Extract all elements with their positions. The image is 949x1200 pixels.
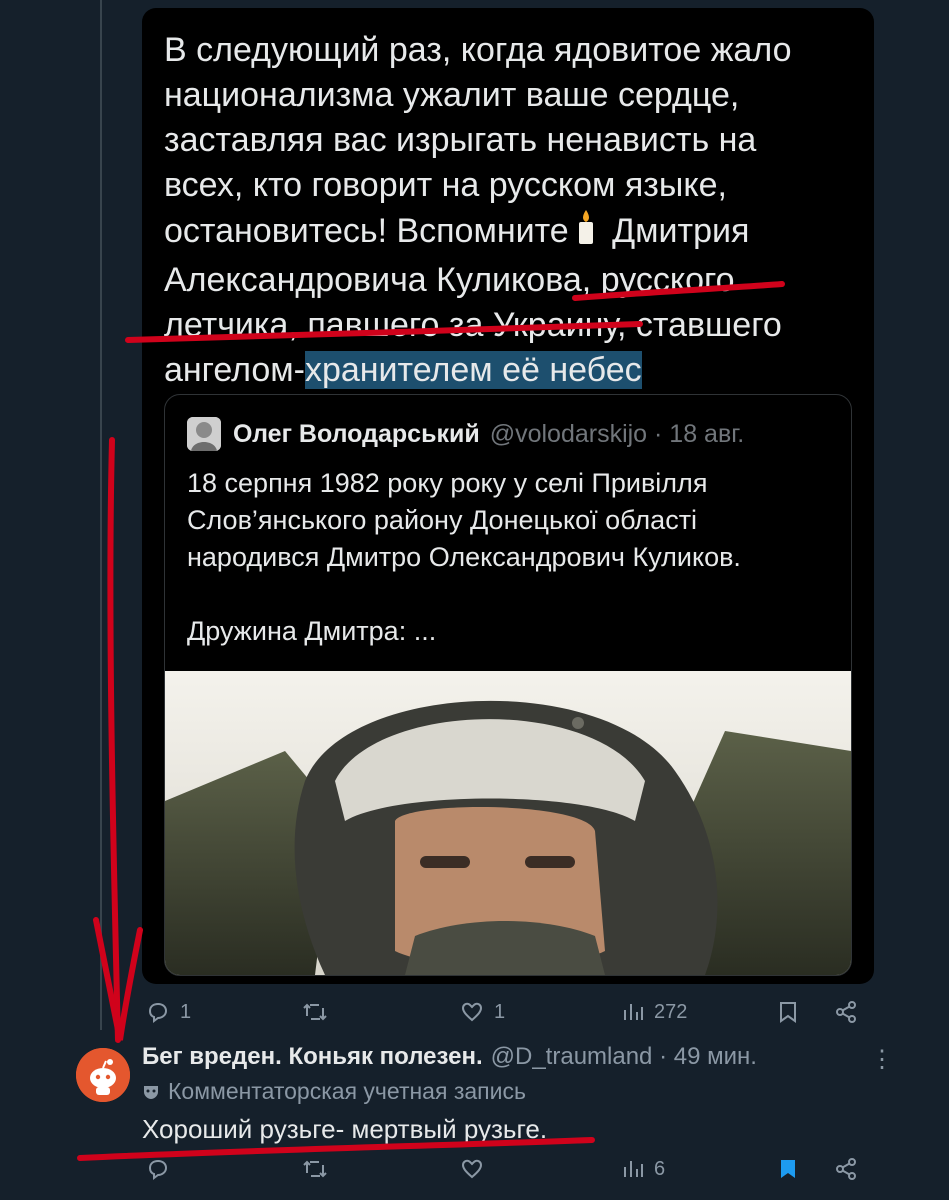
tweet-text: В следующий раз, когда ядовитое жало нац… xyxy=(164,31,792,389)
reply-action-bar: 6 xyxy=(142,1155,862,1187)
reply-share-button[interactable] xyxy=(834,1157,858,1181)
more-icon[interactable]: ⋮ xyxy=(870,1045,894,1074)
reply-bookmark-button[interactable] xyxy=(778,1157,798,1181)
share-button[interactable] xyxy=(834,1000,858,1024)
bookmark-icon xyxy=(781,1160,795,1178)
reply-view-count: 6 xyxy=(654,1157,666,1180)
quoted-tweet[interactable]: Олег Володарський @volodarskijo · 18 авг… xyxy=(164,394,852,976)
mask-icon xyxy=(144,1085,158,1099)
reply-reply-button[interactable] xyxy=(146,1157,170,1181)
views-button[interactable]: 272 xyxy=(622,1000,687,1024)
reply-author-name[interactable]: Бег вреден. Коньяк полезен. xyxy=(142,1043,483,1071)
account-label: Комментаторская учетная запись xyxy=(168,1078,526,1104)
reply-count: 1 xyxy=(180,1000,192,1023)
quote-author-handle[interactable]: @volodarskijo · 18 авг. xyxy=(490,420,745,449)
quote-body: 18 серпня 1982 року року у селі Привілля… xyxy=(187,468,741,646)
reply-icon xyxy=(148,1159,168,1180)
reply-author-handle[interactable]: @D_traumland · 49 мин. xyxy=(491,1043,757,1071)
view-count: 272 xyxy=(654,1000,688,1023)
views-icon xyxy=(624,1161,643,1177)
repost-button[interactable] xyxy=(302,1000,328,1024)
bookmark-button[interactable] xyxy=(778,1000,798,1024)
like-count: 1 xyxy=(494,1000,506,1023)
quote-avatar[interactable] xyxy=(187,417,221,451)
tweet-action-bar: 1 1 272 xyxy=(142,995,862,1029)
repost-icon xyxy=(303,1160,327,1178)
share-icon xyxy=(836,1001,856,1023)
quote-author-name[interactable]: Олег Володарський xyxy=(233,420,480,449)
reply-views-button[interactable]: 6 xyxy=(622,1157,665,1181)
reply-repost-button[interactable] xyxy=(302,1157,328,1181)
like-icon xyxy=(461,1002,483,1022)
tweet-card[interactable]: В следующий раз, когда ядовитое жало нац… xyxy=(142,8,874,984)
thread-line xyxy=(100,0,102,1030)
candle-emoji-icon xyxy=(575,208,597,258)
reply-like-button[interactable] xyxy=(460,1157,484,1181)
repost-icon xyxy=(303,1003,327,1021)
share-icon xyxy=(836,1158,856,1180)
reply-text: Хороший рузьге- мертвый рузьге. xyxy=(142,1114,548,1144)
reply-icon xyxy=(148,1002,168,1023)
selected-text: хранителем её небес xyxy=(304,351,642,389)
bookmark-icon xyxy=(780,1002,796,1023)
like-button[interactable]: 1 xyxy=(460,1000,505,1024)
like-icon xyxy=(461,1159,483,1179)
reply-button[interactable]: 1 xyxy=(146,1000,191,1024)
views-icon xyxy=(624,1004,643,1020)
reply-avatar[interactable] xyxy=(76,1048,130,1102)
pilot-photo[interactable] xyxy=(165,671,851,975)
